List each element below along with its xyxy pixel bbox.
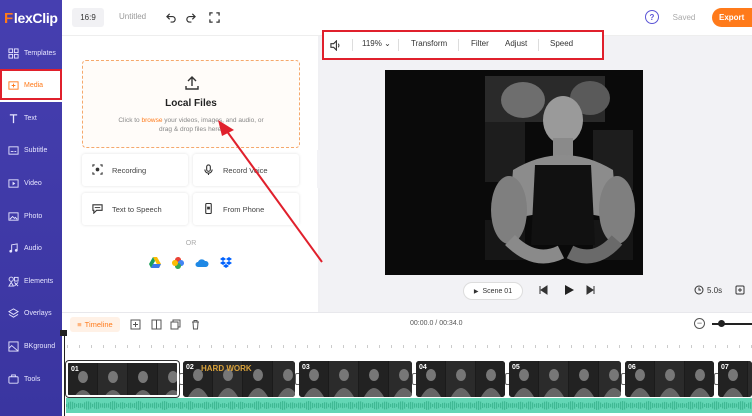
annotation-arrow [218,120,323,263]
